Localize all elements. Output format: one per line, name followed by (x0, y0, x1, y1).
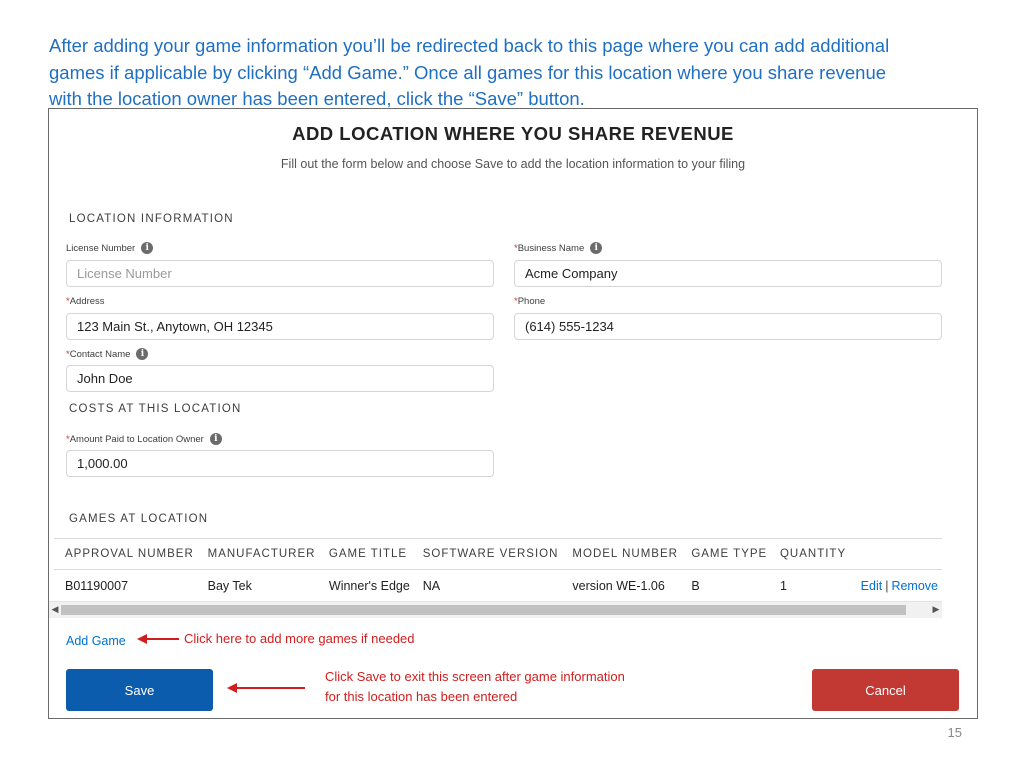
chevron-right-icon[interactable]: ▶ (930, 604, 942, 615)
license-number-label-text: License Number (66, 242, 136, 254)
license-number-label: License Number i (66, 242, 154, 254)
save-annotation-line-2: for this location has been entered (325, 689, 518, 704)
form-subtitle: Fill out the form below and choose Save … (280, 157, 746, 171)
horizontal-scrollbar[interactable]: ◀ ▶ (49, 601, 942, 618)
amount-paid-label: *Amount Paid to Location Owner i (66, 433, 222, 445)
info-icon[interactable]: i (141, 242, 154, 254)
phone-label-text: Phone (517, 296, 546, 307)
phone-label: *Phone (514, 296, 545, 307)
model-number-cell: version WE-1.06 (572, 579, 665, 593)
edit-link[interactable]: Edit (861, 579, 883, 593)
column-header-quantity[interactable]: QUANTITY (768, 538, 848, 570)
phone-input[interactable] (514, 313, 942, 340)
add-game-annotation: Click here to add more games if needed (184, 631, 415, 646)
arrow-left-icon (227, 683, 305, 693)
add-game-link[interactable]: Add Game (66, 634, 126, 648)
cancel-button[interactable]: Cancel (812, 669, 959, 711)
games-section-heading: GAMES AT LOCATION (69, 513, 209, 525)
column-header-game-type[interactable]: GAME TYPE (680, 538, 769, 570)
intro-line-1: After adding your game information you’l… (49, 35, 890, 56)
game-title-cell: Winner's Edge (328, 579, 410, 593)
save-annotation-line-1: Click Save to exit this screen after gam… (325, 669, 625, 684)
column-header-approval-number[interactable]: APPROVAL NUMBER (54, 538, 197, 570)
manufacturer-cell: Bay Tek (207, 579, 252, 593)
page-number: 15 (947, 725, 962, 740)
form-screenshot-frame: ADD LOCATION WHERE YOU SHARE REVENUE Fil… (48, 108, 978, 719)
location-section-heading: LOCATION INFORMATION (69, 213, 234, 225)
table-row: B01190007 Bay Tek Winner's Edge NA versi… (54, 570, 942, 603)
quantity-cell: 1 (779, 579, 787, 593)
contact-name-label-text: Contact Name (69, 348, 131, 360)
contact-name-label: *Contact Name i (66, 348, 149, 360)
contact-name-input[interactable] (66, 365, 494, 392)
column-header-software-version[interactable]: SOFTWARE VERSION (411, 538, 562, 570)
software-version-cell: NA (422, 579, 441, 593)
address-label-text: Address (69, 296, 105, 307)
row-actions: Edit | Remove (848, 570, 942, 603)
intro-line-2: games if applicable by clicking “Add Gam… (49, 61, 887, 83)
info-icon[interactable]: i (209, 433, 222, 445)
address-input[interactable] (66, 313, 494, 340)
scrollbar-thumb[interactable] (61, 605, 906, 615)
business-name-label-text: Business Name (517, 242, 585, 254)
business-name-label: *Business Name i (514, 242, 603, 254)
arrow-left-icon (137, 634, 179, 644)
amount-paid-label-text: Amount Paid to Location Owner (69, 433, 204, 445)
license-number-input[interactable] (66, 260, 494, 287)
table-header-row: APPROVAL NUMBER MANUFACTURER GAME TITLE … (54, 538, 942, 570)
column-header-game-title[interactable]: GAME TITLE (317, 538, 412, 570)
save-annotation: Click Save to exit this screen after gam… (325, 667, 625, 707)
save-button[interactable]: Save (66, 669, 213, 711)
slide-intro-text: After adding your game information you’l… (49, 33, 1009, 113)
business-name-input[interactable] (514, 260, 942, 287)
games-table: APPROVAL NUMBER MANUFACTURER GAME TITLE … (54, 538, 942, 602)
costs-section-heading: COSTS AT THIS LOCATION (69, 403, 242, 415)
form-title: ADD LOCATION WHERE YOU SHARE REVENUE (292, 123, 734, 144)
column-header-model-number[interactable]: MODEL NUMBER (561, 538, 681, 570)
game-type-cell: B (691, 579, 700, 593)
amount-paid-input[interactable] (66, 450, 494, 477)
approval-number-cell: B01190007 (65, 579, 129, 593)
address-label: *Address (66, 296, 105, 307)
column-header-actions (847, 538, 942, 570)
chevron-left-icon[interactable]: ◀ (49, 604, 61, 615)
column-header-manufacturer[interactable]: MANUFACTURER (196, 538, 318, 570)
remove-link[interactable]: Remove (891, 579, 938, 593)
info-icon[interactable]: i (590, 242, 603, 254)
info-icon[interactable]: i (136, 348, 149, 360)
